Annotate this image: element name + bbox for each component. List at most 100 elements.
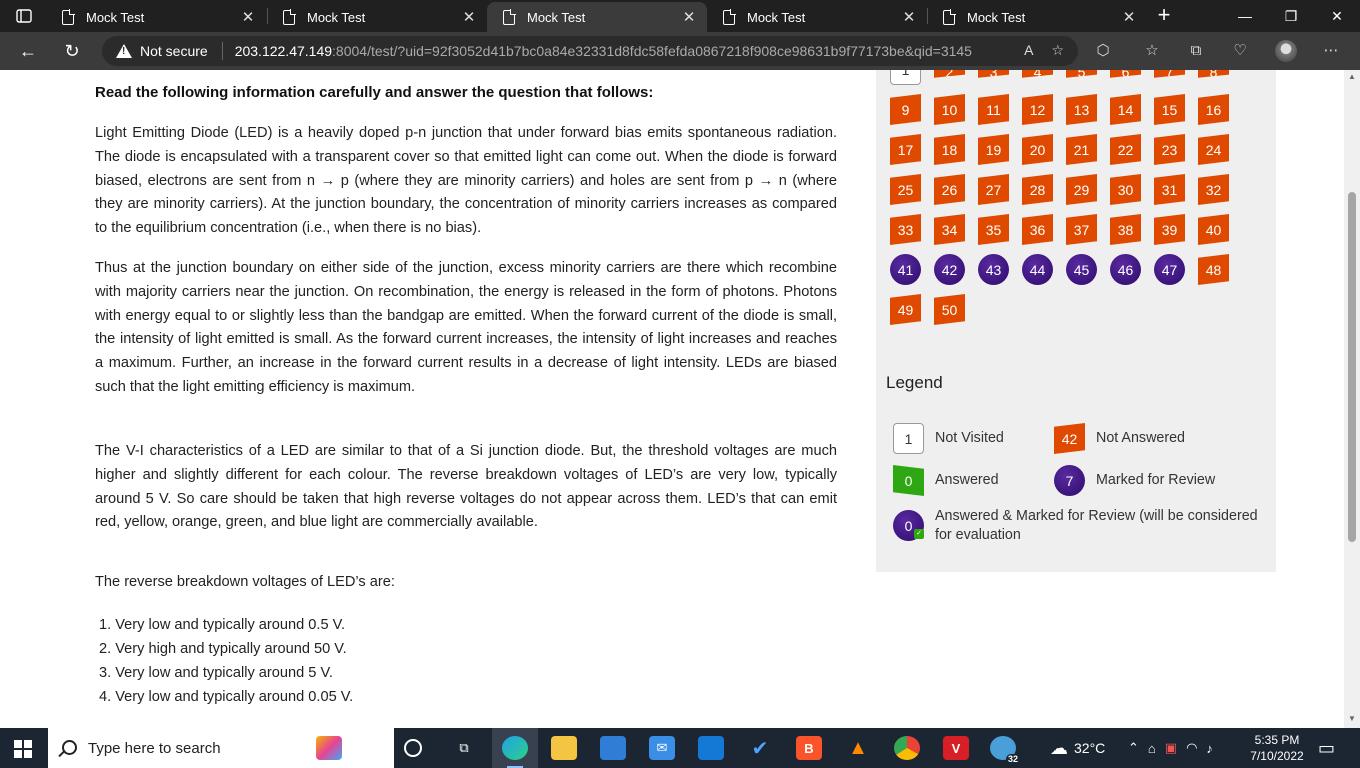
- palette-question-40[interactable]: 40: [1198, 214, 1229, 245]
- palette-question-33[interactable]: 33: [890, 214, 921, 245]
- mail-icon[interactable]: ✉: [649, 736, 675, 760]
- palette-question-18[interactable]: 18: [934, 134, 965, 165]
- todo-check-icon[interactable]: ✔: [747, 736, 773, 760]
- task-view-icon[interactable]: ⧉: [451, 736, 477, 760]
- browser-tab-2[interactable]: Mock Test ✕: [267, 2, 487, 32]
- close-window-button[interactable]: ✕: [1314, 4, 1360, 28]
- palette-question-28[interactable]: 28: [1022, 174, 1053, 205]
- brave-icon[interactable]: B: [796, 736, 822, 760]
- palette-question-22[interactable]: 22: [1110, 134, 1141, 165]
- palette-question-45[interactable]: 45: [1066, 254, 1097, 285]
- network-icon[interactable]: ⌂: [1148, 741, 1156, 756]
- profile-avatar[interactable]: [1275, 40, 1297, 62]
- palette-question-23[interactable]: 23: [1154, 134, 1185, 165]
- palette-question-20[interactable]: 20: [1022, 134, 1053, 165]
- notifications-icon[interactable]: ▭: [1318, 728, 1335, 768]
- search-highlight-icon[interactable]: [316, 736, 342, 760]
- palette-question-47[interactable]: 47: [1154, 254, 1185, 285]
- palette-question-16[interactable]: 16: [1198, 94, 1229, 125]
- read-aloud-icon[interactable]: A: [1024, 42, 1033, 59]
- option-2[interactable]: 2. Very high and typically around 50 V.: [99, 637, 353, 661]
- battery-icon[interactable]: ▣: [1165, 740, 1177, 756]
- palette-question-4[interactable]: 4: [1022, 70, 1053, 78]
- app-icon[interactable]: [698, 736, 724, 760]
- vlc-icon[interactable]: ▲: [845, 736, 871, 760]
- palette-question-35[interactable]: 35: [978, 214, 1009, 245]
- tab-actions-icon[interactable]: [8, 4, 40, 28]
- palette-question-11[interactable]: 11: [978, 94, 1009, 125]
- palette-question-37[interactable]: 37: [1066, 214, 1097, 245]
- option-4[interactable]: 4. Very low and typically around 0.05 V.: [99, 685, 353, 709]
- more-menu-icon[interactable]: ⋯: [1319, 40, 1343, 62]
- address-bar[interactable]: Not secure 203.122.47.149:8004/test/?uid…: [102, 36, 1078, 66]
- palette-question-15[interactable]: 15: [1154, 94, 1185, 125]
- collections-icon[interactable]: ⧉: [1184, 40, 1208, 62]
- browser-tab-4[interactable]: Mock Test ✕: [707, 2, 927, 32]
- palette-question-48[interactable]: 48: [1198, 254, 1229, 285]
- scroll-down-icon[interactable]: ▼: [1344, 714, 1360, 723]
- scrollbar-thumb[interactable]: [1348, 192, 1356, 542]
- browser-essentials-icon[interactable]: ♡: [1228, 40, 1252, 62]
- taskbar-search-box[interactable]: Type here to search: [48, 728, 394, 768]
- close-tab-icon[interactable]: ✕: [240, 8, 256, 26]
- security-label[interactable]: Not secure: [140, 43, 208, 59]
- taskbar-clock[interactable]: 5:35 PM 7/10/2022: [1242, 732, 1312, 764]
- palette-question-27[interactable]: 27: [978, 174, 1009, 205]
- edge-icon[interactable]: [502, 736, 528, 760]
- palette-question-32[interactable]: 32: [1198, 174, 1229, 205]
- close-tab-icon[interactable]: ✕: [1121, 8, 1137, 26]
- show-hidden-icons-icon[interactable]: ⌃: [1128, 740, 1139, 756]
- palette-question-31[interactable]: 31: [1154, 174, 1185, 205]
- palette-question-2[interactable]: 2: [934, 70, 965, 78]
- palette-question-38[interactable]: 38: [1110, 214, 1141, 245]
- store-badge-app-icon[interactable]: 32: [990, 736, 1020, 764]
- wifi-icon[interactable]: ◠: [1186, 740, 1197, 756]
- close-tab-icon[interactable]: ✕: [681, 8, 697, 26]
- palette-question-44[interactable]: 44: [1022, 254, 1053, 285]
- palette-question-6[interactable]: 6: [1110, 70, 1141, 78]
- palette-question-3[interactable]: 3: [978, 70, 1009, 78]
- scroll-up-icon[interactable]: ▲: [1344, 72, 1360, 81]
- favorite-icon[interactable]: ☆: [1051, 42, 1064, 59]
- palette-question-21[interactable]: 21: [1066, 134, 1097, 165]
- file-explorer-icon[interactable]: [551, 736, 577, 760]
- browser-tab-3-active[interactable]: Mock Test ✕: [487, 2, 707, 32]
- volume-icon[interactable]: ♪: [1206, 741, 1213, 756]
- page-scrollbar[interactable]: ▲ ▼: [1344, 70, 1360, 728]
- palette-question-36[interactable]: 36: [1022, 214, 1053, 245]
- palette-question-12[interactable]: 12: [1022, 94, 1053, 125]
- option-3[interactable]: 3. Very low and typically around 5 V.: [99, 661, 353, 685]
- palette-question-43[interactable]: 43: [978, 254, 1009, 285]
- palette-question-39[interactable]: 39: [1154, 214, 1185, 245]
- option-1[interactable]: 1. Very low and typically around 0.5 V.: [99, 613, 353, 637]
- palette-question-5[interactable]: 5: [1066, 70, 1097, 78]
- close-tab-icon[interactable]: ✕: [901, 8, 917, 26]
- palette-question-26[interactable]: 26: [934, 174, 965, 205]
- back-button[interactable]: ←: [14, 38, 42, 64]
- palette-question-17[interactable]: 17: [890, 134, 921, 165]
- cortana-icon[interactable]: [404, 739, 422, 757]
- palette-question-7[interactable]: 7: [1154, 70, 1185, 78]
- palette-question-8[interactable]: 8: [1198, 70, 1229, 78]
- palette-question-30[interactable]: 30: [1110, 174, 1141, 205]
- palette-question-29[interactable]: 29: [1066, 174, 1097, 205]
- palette-question-42[interactable]: 42: [934, 254, 965, 285]
- vivaldi-icon[interactable]: V: [943, 736, 969, 760]
- palette-question-34[interactable]: 34: [934, 214, 965, 245]
- palette-question-1[interactable]: 1: [890, 70, 921, 85]
- windows-start-icon[interactable]: [14, 740, 32, 758]
- palette-question-25[interactable]: 25: [890, 174, 921, 205]
- favorites-icon[interactable]: ☆: [1140, 40, 1164, 62]
- palette-question-46[interactable]: 46: [1110, 254, 1141, 285]
- close-tab-icon[interactable]: ✕: [461, 8, 477, 26]
- refresh-button[interactable]: ↻: [58, 38, 86, 64]
- browser-tab-5[interactable]: Mock Test ✕: [927, 2, 1147, 32]
- palette-question-9[interactable]: 9: [890, 94, 921, 125]
- palette-question-19[interactable]: 19: [978, 134, 1009, 165]
- palette-question-49[interactable]: 49: [890, 294, 921, 325]
- palette-question-13[interactable]: 13: [1066, 94, 1097, 125]
- extensions-icon[interactable]: ⬡: [1091, 40, 1115, 62]
- palette-question-14[interactable]: 14: [1110, 94, 1141, 125]
- palette-question-41[interactable]: 41: [890, 254, 921, 285]
- microsoft-store-icon[interactable]: [600, 736, 626, 760]
